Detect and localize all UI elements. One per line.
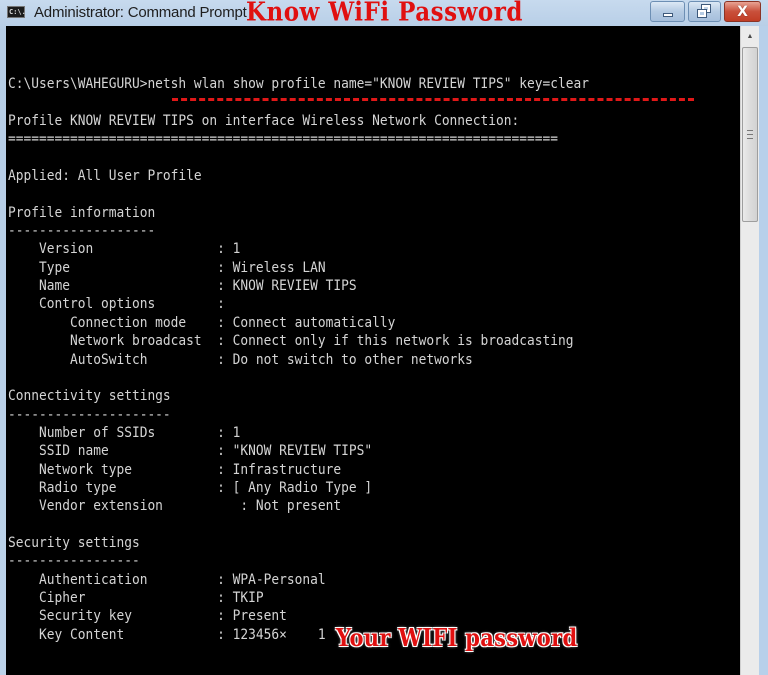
minimize-button[interactable] — [650, 1, 685, 22]
console-line: Type : Wireless LAN — [8, 259, 326, 276]
console-line: Version : 1 — [8, 241, 241, 258]
console-line: Applied: All User Profile — [8, 168, 202, 185]
title-bar[interactable]: C:\. Administrator: Command Prompt Know … — [0, 0, 768, 28]
window-frame — [759, 26, 768, 675]
console-line: ------------------- — [8, 223, 156, 240]
command-prompt-icon[interactable]: C:\. — [7, 6, 26, 18]
console-line: AutoSwitch : Do not switch to other netw… — [8, 351, 473, 368]
close-icon: X — [737, 3, 748, 20]
console-line: C:\Users\WAHEGURU>netsh wlan show profil… — [8, 76, 590, 93]
console-line: Radio type : [ Any Radio Type ] — [8, 479, 373, 496]
console-output[interactable]: C:\Users\WAHEGURU>netsh wlan show profil… — [6, 26, 740, 675]
console-line: Name : KNOW REVIEW TIPS — [8, 278, 357, 295]
console-line: Network type : Infrastructure — [8, 461, 342, 478]
scroll-thumb[interactable] — [742, 47, 758, 222]
console-line: Control options : — [8, 296, 225, 313]
console-line: --------------------- — [8, 406, 171, 423]
vertical-scrollbar[interactable]: ▲ — [740, 26, 759, 675]
console-line: SSID name : "KNOW REVIEW TIPS" — [8, 443, 373, 460]
console-line: ========================================… — [8, 131, 559, 148]
console-line: Vendor extension : Not present — [8, 498, 342, 515]
restore-icon — [697, 4, 711, 18]
console-line: Profile KNOW REVIEW TIPS on interface Wi… — [8, 113, 520, 130]
title-annotation: Know WiFi Password — [246, 0, 523, 28]
command-underline-annotation — [172, 98, 694, 101]
console-line: Network broadcast : Connect only if this… — [8, 333, 574, 350]
grip-icon — [747, 130, 753, 139]
console-line: Connection mode : Connect automatically — [8, 314, 396, 331]
minimize-icon — [662, 12, 673, 17]
command-prompt-window: C:\. Administrator: Command Prompt Know … — [0, 0, 768, 675]
console-line: Cipher : TKIP — [8, 589, 264, 606]
scroll-up-arrow-icon[interactable]: ▲ — [741, 26, 759, 46]
close-button[interactable]: X — [724, 1, 761, 22]
console-line: Profile information — [8, 204, 156, 221]
console-text: C:\Users\WAHEGURU>netsh wlan show profil… — [8, 57, 589, 644]
restore-button[interactable] — [688, 1, 721, 22]
console-line: ----------------- — [8, 553, 140, 570]
console-line: Number of SSIDs : 1 — [8, 424, 241, 441]
password-annotation: Your WIFI password — [336, 623, 578, 652]
console-line: Authentication : WPA-Personal — [8, 571, 326, 588]
window-title: Administrator: Command Prompt — [34, 4, 247, 21]
console-line: Connectivity settings — [8, 388, 171, 405]
console-line: Security settings — [8, 534, 140, 551]
